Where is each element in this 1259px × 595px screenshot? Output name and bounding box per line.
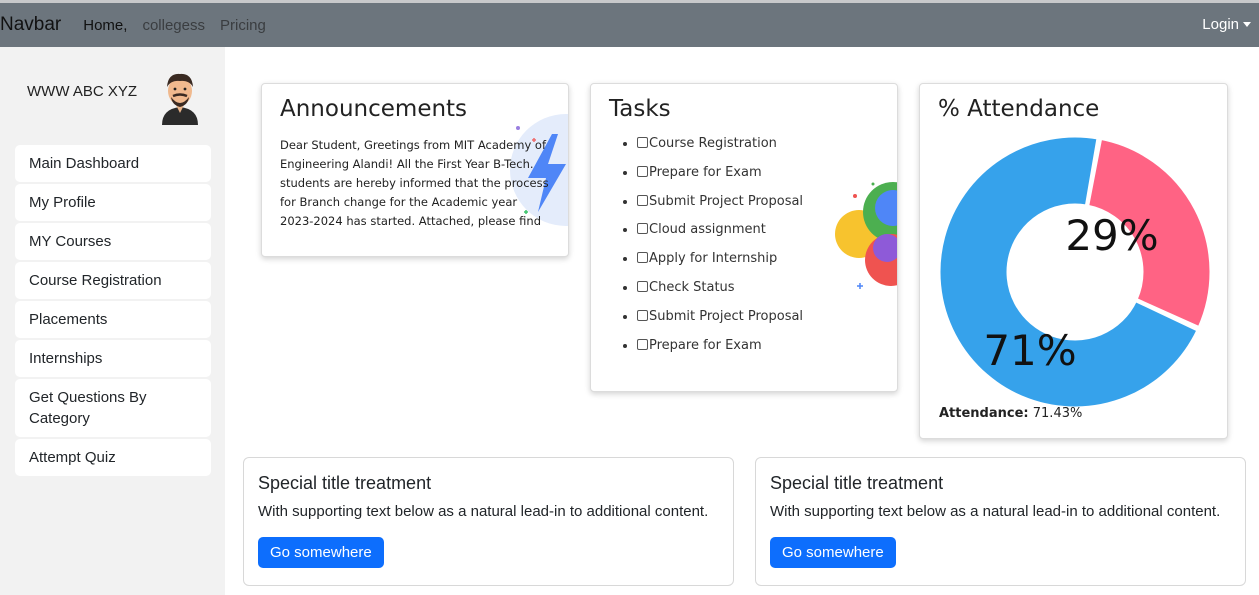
special-card-title: Special title treatment	[770, 473, 944, 493]
sidebar-item-get-questions[interactable]: Get Questions By Category	[15, 379, 211, 437]
login-label: Login	[1202, 16, 1239, 33]
task-checkbox[interactable]	[637, 309, 648, 321]
nav-link-home[interactable]: Home,	[83, 17, 127, 34]
sidebar-menu: Main Dashboard My Profile MY Courses Cou…	[15, 145, 211, 478]
sidebar-item-main-dashboard[interactable]: Main Dashboard	[15, 145, 211, 182]
special-card-2: Special title treatment With supporting …	[755, 457, 1246, 586]
task-label: Submit Project Proposal	[649, 193, 804, 209]
task-label: Submit Project Proposal	[649, 308, 804, 324]
task-label: Prepare for Exam	[649, 337, 762, 353]
task-label: Cloud assignment	[649, 222, 766, 238]
donut-label-present: 71%	[983, 326, 1076, 375]
announcements-title: Announcements	[280, 96, 468, 122]
attendance-card: % Attendance 29% 71% Attendance: 71.43%	[919, 83, 1228, 439]
attendance-caption-value: 71.43%	[1032, 406, 1083, 421]
special-card-1: Special title treatment With supporting …	[243, 457, 734, 586]
attendance-title: % Attendance	[938, 96, 1100, 122]
login-dropdown[interactable]: Login	[1202, 16, 1251, 33]
task-label: Course Registration	[649, 136, 777, 151]
sidebar-item-placements[interactable]: Placements	[15, 301, 211, 338]
announcements-text: Dear Student, Greetings from MIT Academy…	[280, 138, 549, 228]
task-label: Check Status	[649, 279, 735, 295]
colorful-blob-icon	[835, 182, 897, 289]
sidebar: WWW ABC XYZ Main Dashboard My Profile MY…	[0, 47, 225, 595]
donut-label-absent: 29%	[1065, 211, 1158, 260]
task-checkbox[interactable]	[637, 252, 648, 264]
task-item: Submit Project Proposal	[637, 306, 803, 335]
tasks-card: Tasks Course Registration Prepare for Ex…	[590, 83, 898, 392]
task-checkbox[interactable]	[637, 194, 648, 206]
task-label: Apply for Internship	[649, 251, 778, 267]
nav-link-collegess[interactable]: collegess	[142, 17, 205, 34]
attendance-caption-label: Attendance:	[939, 406, 1029, 421]
task-item: Submit Project Proposal	[637, 191, 803, 220]
task-checkbox[interactable]	[637, 223, 648, 235]
task-checkbox[interactable]	[637, 137, 648, 148]
task-list: Course Registration Prepare for Exam Sub…	[637, 133, 803, 363]
go-somewhere-button[interactable]: Go somewhere	[258, 537, 384, 568]
task-checkbox[interactable]	[637, 165, 648, 177]
task-checkbox[interactable]	[637, 280, 648, 292]
sidebar-item-internships[interactable]: Internships	[15, 340, 211, 377]
go-somewhere-button[interactable]: Go somewhere	[770, 537, 896, 568]
task-checkbox[interactable]	[637, 338, 648, 350]
task-item: Prepare for Exam	[637, 335, 803, 364]
task-item: Cloud assignment	[637, 219, 803, 248]
tasks-title: Tasks	[609, 96, 671, 122]
task-item: Apply for Internship	[637, 248, 803, 277]
avatar	[162, 73, 198, 125]
sidebar-item-course-registration[interactable]: Course Registration	[15, 262, 211, 299]
announcements-card: Announcements Dear Student, Greetings fr…	[261, 83, 569, 257]
attendance-caption: Attendance: 71.43%	[939, 406, 1082, 421]
sidebar-item-attempt-quiz[interactable]: Attempt Quiz	[15, 439, 211, 476]
task-item: Check Status	[637, 277, 803, 306]
special-card-title: Special title treatment	[258, 473, 432, 493]
navbar: Navbar Home, collegess Pricing Login	[0, 3, 1259, 47]
task-item: Course Registration	[637, 133, 803, 162]
task-item: Prepare for Exam	[637, 162, 803, 191]
task-label: Prepare for Exam	[649, 164, 762, 180]
sidebar-item-my-profile[interactable]: My Profile	[15, 184, 211, 221]
navbar-brand[interactable]: Navbar	[0, 14, 61, 36]
sidebar-item-my-courses[interactable]: MY Courses	[15, 223, 211, 260]
chevron-down-icon	[1243, 22, 1251, 27]
user-name: WWW ABC XYZ	[27, 83, 137, 100]
attendance-donut-chart: 29% 71%	[937, 134, 1213, 410]
special-card-text: With supporting text below as a natural …	[770, 503, 1221, 520]
special-card-text: With supporting text below as a natural …	[258, 503, 709, 520]
nav-link-pricing[interactable]: Pricing	[220, 17, 266, 34]
